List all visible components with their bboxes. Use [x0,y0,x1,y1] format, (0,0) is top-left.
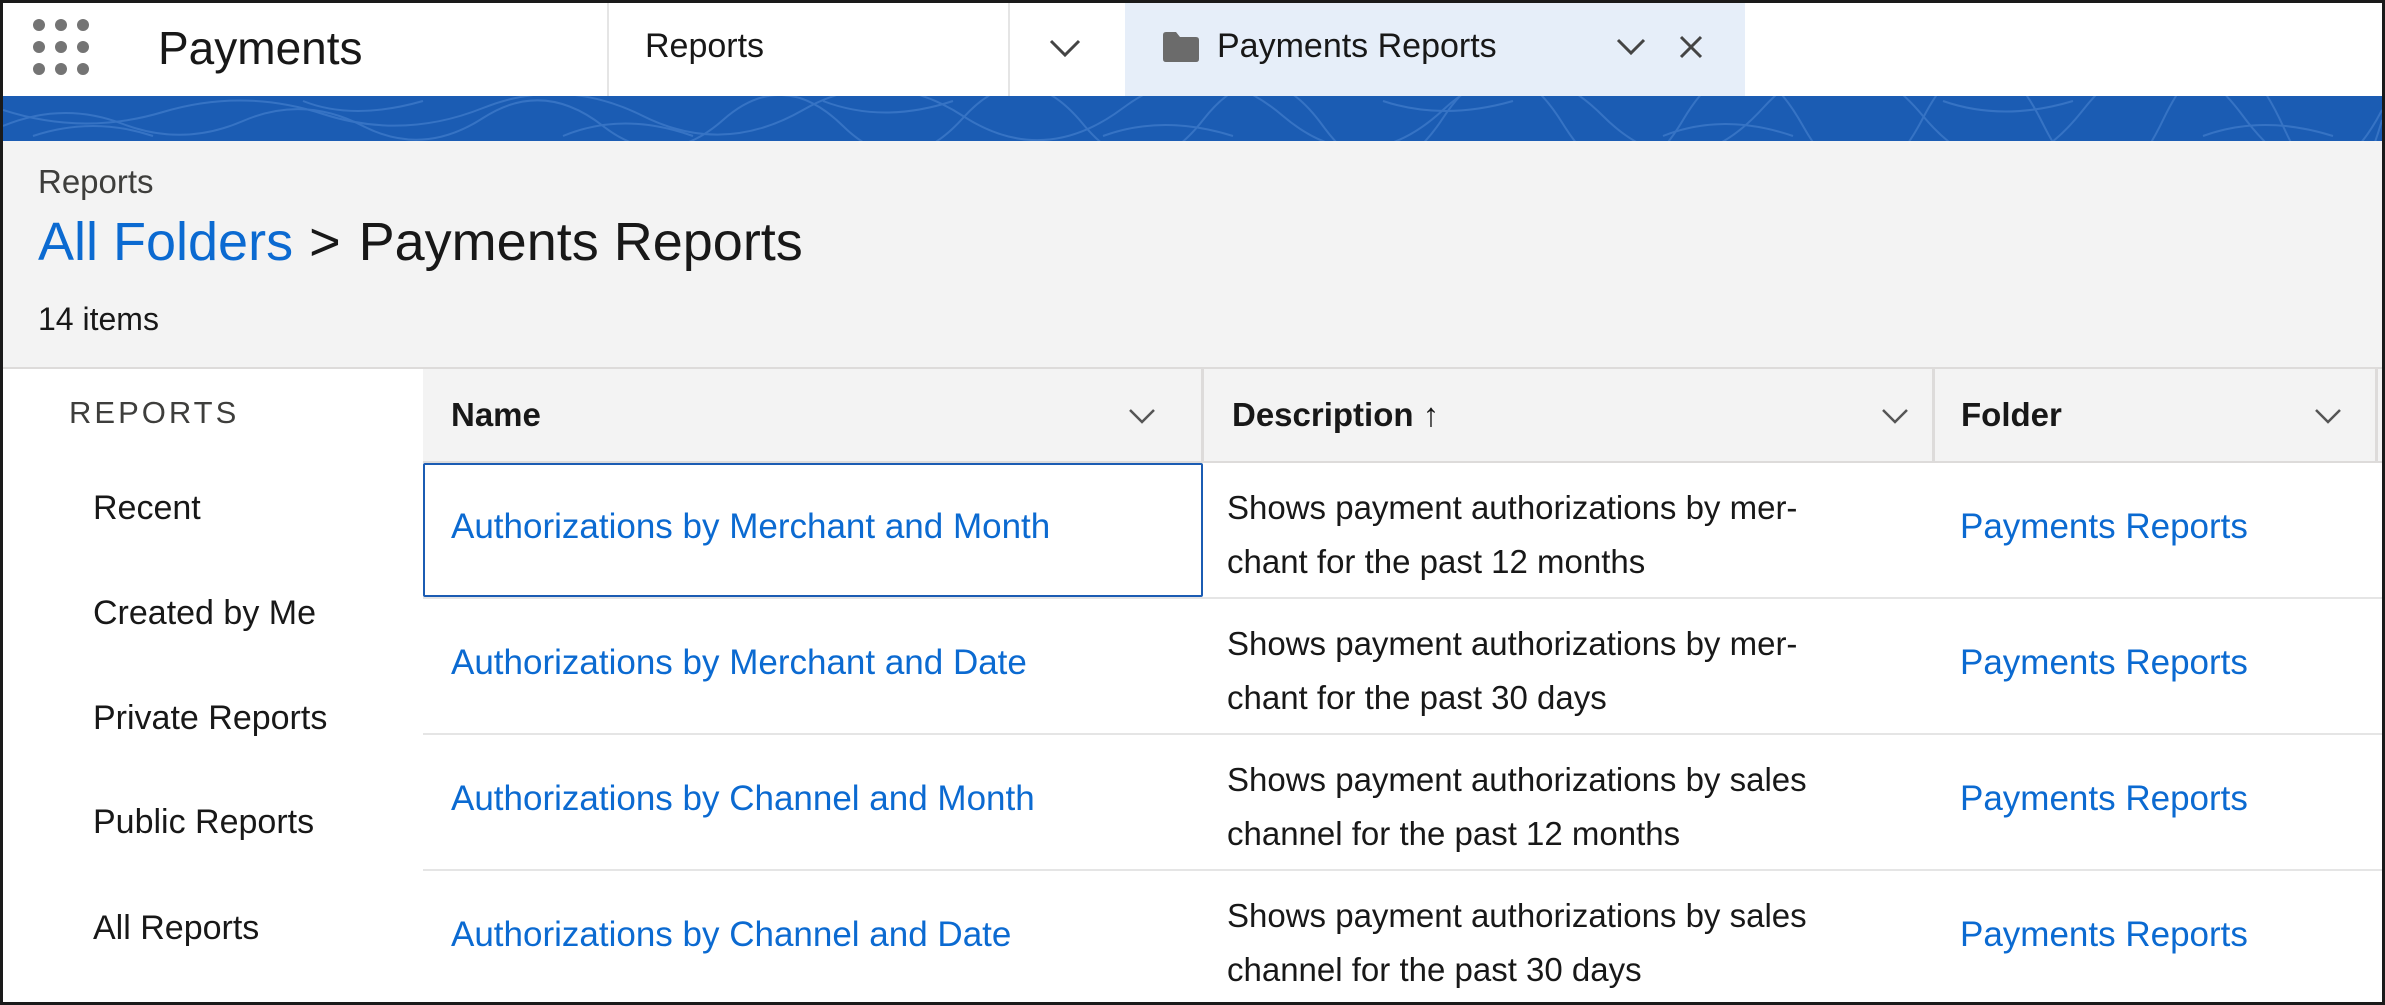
report-folder-link[interactable]: Payments Reports [1960,915,2248,955]
chevron-down-icon[interactable] [1880,407,1910,425]
app-name: Payments [158,21,363,75]
global-navigation: Payments Reports Payments Reports [3,3,2382,98]
column-header-name[interactable]: Name [423,369,1201,463]
page-title: Payments Reports [359,212,803,272]
column-header-description[interactable]: Description ↑ [1204,369,1954,463]
report-folder-link[interactable]: Payments Reports [1960,779,2248,819]
sidebar-item-all-reports[interactable]: All Reports [93,909,259,948]
breadcrumb: All Folders > Payments Reports [38,211,803,273]
tab-payments-reports[interactable]: Payments Reports [1125,3,1745,96]
tab-reports-menu-button[interactable] [1010,3,1125,96]
page-header: Reports All Folders > Payments Reports 14 … [3,141,2382,369]
report-description: Shows payment authorizations by mer- cha… [1227,481,1927,589]
chevron-down-icon[interactable] [2313,407,2343,425]
report-name-link[interactable]: Authorizations by Merchant and Month [451,507,1050,547]
table-row: Authorizations by Merchant and Month Sho… [423,463,2382,599]
report-name-link[interactable]: Authorizations by Channel and Month [451,779,1035,819]
chevron-down-icon [1048,37,1082,59]
sidebar-item-created-by-me[interactable]: Created by Me [93,594,316,633]
report-description: Shows payment authorizations by sales ch… [1227,889,1927,997]
report-description: Shows payment authorizations by mer- cha… [1227,617,1927,725]
report-folder-link[interactable]: Payments Reports [1960,507,2248,547]
sidebar-item-public-reports[interactable]: Public Reports [93,803,314,842]
table-row: Authorizations by Channel and Date Shows… [423,871,2382,1005]
arrow-up-icon: ↑ [1423,396,1440,433]
app-window: Payments Reports Payments Reports [0,0,2385,1005]
column-header-folder[interactable]: Folder [1935,369,2375,463]
table-row: Authorizations by Channel and Month Show… [423,735,2382,871]
column-divider[interactable] [2375,369,2378,463]
sidebar-item-private-reports[interactable]: Private Reports [93,699,327,738]
item-count: 14 items [38,301,159,338]
banner-pattern [3,96,2382,141]
report-description: Shows payment authorizations by sales ch… [1227,753,1927,861]
object-type-label: Reports [38,163,154,201]
sidebar-item-recent[interactable]: Recent [93,489,201,528]
brand-banner [3,96,2382,141]
breadcrumb-separator: > [309,212,341,272]
table-row: Authorizations by Merchant and Date Show… [423,599,2382,735]
app-launcher-icon[interactable] [33,19,93,79]
tab-payments-reports-label: Payments Reports [1217,27,1497,66]
column-header-description-label: Description ↑ [1232,396,1439,434]
sidebar-heading: REPORTS [69,395,239,431]
report-name-link[interactable]: Authorizations by Channel and Date [451,915,1011,955]
breadcrumb-all-folders-link[interactable]: All Folders [38,212,293,272]
tab-reports-label: Reports [645,27,764,66]
table-header: Name Description ↑ Folder [423,369,2382,463]
chevron-down-icon[interactable] [1615,37,1647,57]
reports-table: Name Description ↑ Folder [423,369,2382,1005]
column-header-folder-label: Folder [1961,396,2062,434]
report-name-link[interactable]: Authorizations by Merchant and Date [451,643,1027,683]
reports-sidebar: REPORTS Recent Created by Me Private Rep… [3,369,423,1005]
column-header-name-label: Name [451,396,541,434]
close-icon[interactable] [1677,33,1705,61]
report-folder-link[interactable]: Payments Reports [1960,643,2248,683]
tab-reports[interactable]: Reports [607,3,1010,96]
folder-icon [1161,29,1201,63]
chevron-down-icon[interactable] [1127,407,1157,425]
